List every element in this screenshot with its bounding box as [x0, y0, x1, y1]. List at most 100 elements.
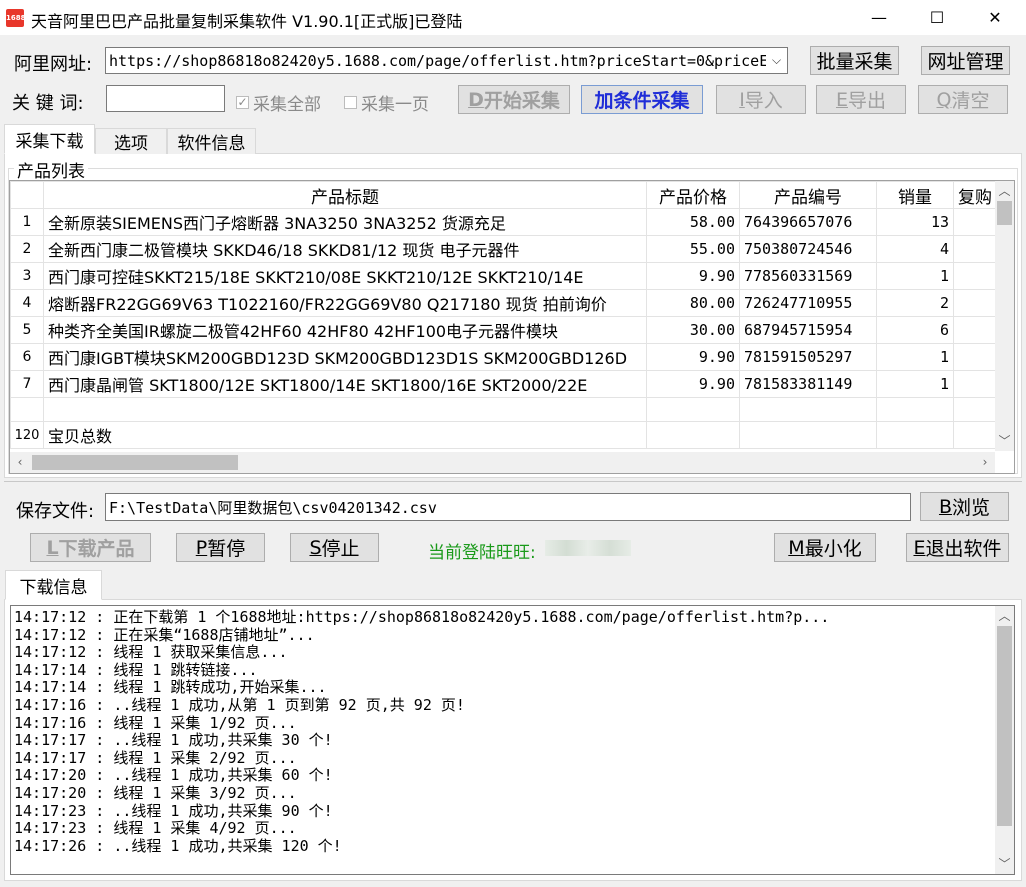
row-header-corner	[10, 181, 44, 209]
product-price-cell: 9.90	[646, 370, 740, 398]
product-code-cell: 781583381149	[739, 370, 877, 398]
start-collect-button[interactable]: D 开始采集	[458, 85, 570, 114]
table-row[interactable]: 2 全新西门康二极管模块 SKKD46/18 SKKD81/12 现货 电子元器件…	[10, 235, 1014, 263]
clear-button[interactable]: Q 清空	[918, 85, 1008, 114]
scroll-up-icon[interactable]: ︿	[995, 606, 1014, 626]
export-shortcut-key: E	[835, 88, 848, 111]
log-line: 14:17:12 : 正在下载第 1 个1688地址:https://shop8…	[14, 608, 830, 626]
tab-options[interactable]: 选项	[95, 128, 167, 154]
stop-button[interactable]: S 停止	[290, 533, 379, 562]
table-row[interactable]: 7 西门康晶闸管 SKT1800/12E SKT1800/14E SKT1800/…	[10, 370, 1014, 398]
product-price-cell: 80.00	[646, 289, 740, 317]
stop-shortcut-key: S	[309, 536, 322, 559]
tab-download-info[interactable]: 下载信息	[5, 570, 102, 600]
save-file-path-input[interactable]: F:\TestData\阿里数据包\csv04201342.csv	[105, 493, 911, 521]
column-header-sales[interactable]: 销量	[876, 181, 954, 209]
log-line: 14:17:16 : 线程 1 采集 1/92 页...	[14, 713, 297, 732]
add-condition-collect-button[interactable]: 加条件采集	[581, 85, 703, 114]
scroll-thumb[interactable]	[997, 626, 1012, 826]
product-sales-cell: 13	[876, 208, 954, 236]
table-summary-row: 120 宝贝总数	[10, 421, 1014, 449]
import-label: 导入	[744, 90, 783, 112]
log-output[interactable]: 14:17:12 : 正在下载第 1 个1688地址:https://shop8…	[10, 605, 1015, 875]
table-row[interactable]: 6 西门康IGBT模块SKM200GBD123D SKM200GBD123D1S …	[10, 343, 1014, 371]
keyword-label: 关 键 词:	[12, 93, 84, 114]
pause-button[interactable]: P 暂停	[176, 533, 265, 562]
browse-button[interactable]: B 浏览	[920, 492, 1009, 521]
scroll-thumb[interactable]	[997, 201, 1012, 225]
scroll-thumb-horizontal[interactable]	[32, 455, 238, 470]
close-window-button[interactable]: ✕	[966, 0, 1024, 35]
table-row[interactable]: 3 西门康可控硅SKKT215/18E SKKT210/08E SKKT210/1…	[10, 262, 1014, 290]
keyword-input[interactable]	[106, 85, 225, 112]
collect-page-checkbox[interactable]: 采集一页	[344, 90, 429, 115]
row-index: 2	[10, 235, 44, 263]
redacted-username	[545, 540, 631, 556]
checkbox-empty-icon	[344, 96, 357, 109]
minimize-icon: —	[871, 8, 887, 27]
export-label: 导出	[848, 90, 887, 112]
browse-label: 浏览	[952, 497, 991, 519]
maximize-window-button[interactable]: ☐	[908, 0, 966, 35]
empty-cell	[876, 397, 954, 422]
url-label: 阿里网址:	[14, 54, 93, 75]
export-button[interactable]: E 导出	[816, 85, 906, 114]
scroll-down-icon[interactable]: ﹀	[995, 431, 1014, 451]
scroll-down-icon[interactable]: ﹀	[995, 854, 1014, 874]
collect-all-checkbox[interactable]: ✓ 采集全部	[236, 90, 321, 115]
start-collect-label: 开始采集	[483, 90, 560, 112]
log-line: 14:17:17 : ..线程 1 成功,共采集 30 个!	[14, 731, 333, 750]
product-sales-cell: 4	[876, 235, 954, 263]
url-combobox[interactable]: https://shop86818o82420y5.1688.com/page/…	[105, 47, 788, 74]
column-header-code[interactable]: 产品编号	[739, 181, 877, 209]
row-index: 1	[10, 208, 44, 236]
log-line: 14:17:20 : 线程 1 采集 3/92 页...	[14, 783, 297, 802]
empty-cell	[646, 421, 740, 449]
product-title-cell: 熔断器FR22GG69V63 T1022160/FR22GG69V80 Q217…	[43, 289, 647, 317]
batch-collect-button[interactable]: 批量采集	[810, 46, 899, 75]
window-title: 天音阿里巴巴产品批量复制采集软件 V1.90.1[正式版]已登陆	[31, 12, 463, 31]
table-row[interactable]: 4 熔断器FR22GG69V63 T1022160/FR22GG69V80 Q21…	[10, 289, 1014, 317]
product-sales-cell: 1	[876, 343, 954, 371]
product-sales-cell: 6	[876, 316, 954, 344]
log-line: 14:17:16 : ..线程 1 成功,从第 1 页到第 92 页,共 92 …	[14, 695, 465, 714]
column-header-title[interactable]: 产品标题	[43, 181, 647, 209]
product-title-cell: 西门康IGBT模块SKM200GBD123D SKM200GBD123D1S S…	[43, 343, 647, 371]
minimize-window-button[interactable]: —	[850, 0, 908, 35]
tab-software-info[interactable]: 软件信息	[167, 128, 256, 154]
product-table[interactable]: 产品标题 产品价格 产品编号 销量 复购 1 全新原装SIEMENS西门子熔断器 …	[9, 180, 1015, 474]
table-row[interactable]: 1 全新原装SIEMENS西门子熔断器 3NA3250 3NA3252 货源充足 5…	[10, 208, 1014, 236]
product-sales-cell: 1	[876, 370, 954, 398]
log-line: 14:17:20 : ..线程 1 成功,共采集 60 个!	[14, 766, 333, 785]
scroll-right-icon[interactable]: ›	[975, 452, 995, 473]
chevron-down-icon[interactable]: ⌵	[766, 48, 787, 73]
table-horizontal-scrollbar[interactable]: ‹ ›	[10, 452, 995, 473]
table-vertical-scrollbar[interactable]: ︿ ﹀	[995, 181, 1014, 451]
product-title-cell: 全新原装SIEMENS西门子熔断器 3NA3250 3NA3252 货源充足	[43, 208, 647, 236]
column-header-price[interactable]: 产品价格	[646, 181, 740, 209]
product-title-cell: 全新西门康二极管模块 SKKD46/18 SKKD81/12 现货 电子元器件	[43, 235, 647, 263]
minimize-app-label: 最小化	[804, 538, 862, 560]
minimize-app-button[interactable]: M 最小化	[774, 533, 876, 562]
log-vertical-scrollbar[interactable]: ︿ ﹀	[995, 606, 1014, 874]
download-products-button[interactable]: L 下载产品	[30, 533, 151, 562]
scroll-up-icon[interactable]: ︿	[995, 181, 1014, 201]
url-manage-button[interactable]: 网址管理	[921, 46, 1010, 75]
product-list-title: 产品列表	[14, 157, 88, 182]
product-price-cell: 30.00	[646, 316, 740, 344]
product-price-cell: 9.90	[646, 343, 740, 371]
minimize-shortcut-key: M	[788, 536, 805, 559]
log-lines: 14:17:12 : 正在下载第 1 个1688地址:https://shop8…	[11, 606, 1014, 855]
import-button[interactable]: I 导入	[716, 85, 806, 114]
tab-collect-download[interactable]: 采集下载	[4, 124, 95, 154]
row-index: 5	[10, 316, 44, 344]
product-sales-cell: 2	[876, 289, 954, 317]
exit-app-button[interactable]: E 退出软件	[906, 533, 1009, 562]
product-title-cell: 种类齐全美国IR螺旋二极管42HF60 42HF80 42HF100电子元器件模…	[43, 316, 647, 344]
table-row[interactable]: 5 种类齐全美国IR螺旋二极管42HF60 42HF80 42HF100电子元器件…	[10, 316, 1014, 344]
pause-shortcut-key: P	[195, 536, 208, 559]
product-price-cell: 58.00	[646, 208, 740, 236]
scroll-left-icon[interactable]: ‹	[10, 452, 30, 473]
pause-label: 暂停	[207, 538, 246, 560]
empty-cell	[10, 397, 44, 422]
